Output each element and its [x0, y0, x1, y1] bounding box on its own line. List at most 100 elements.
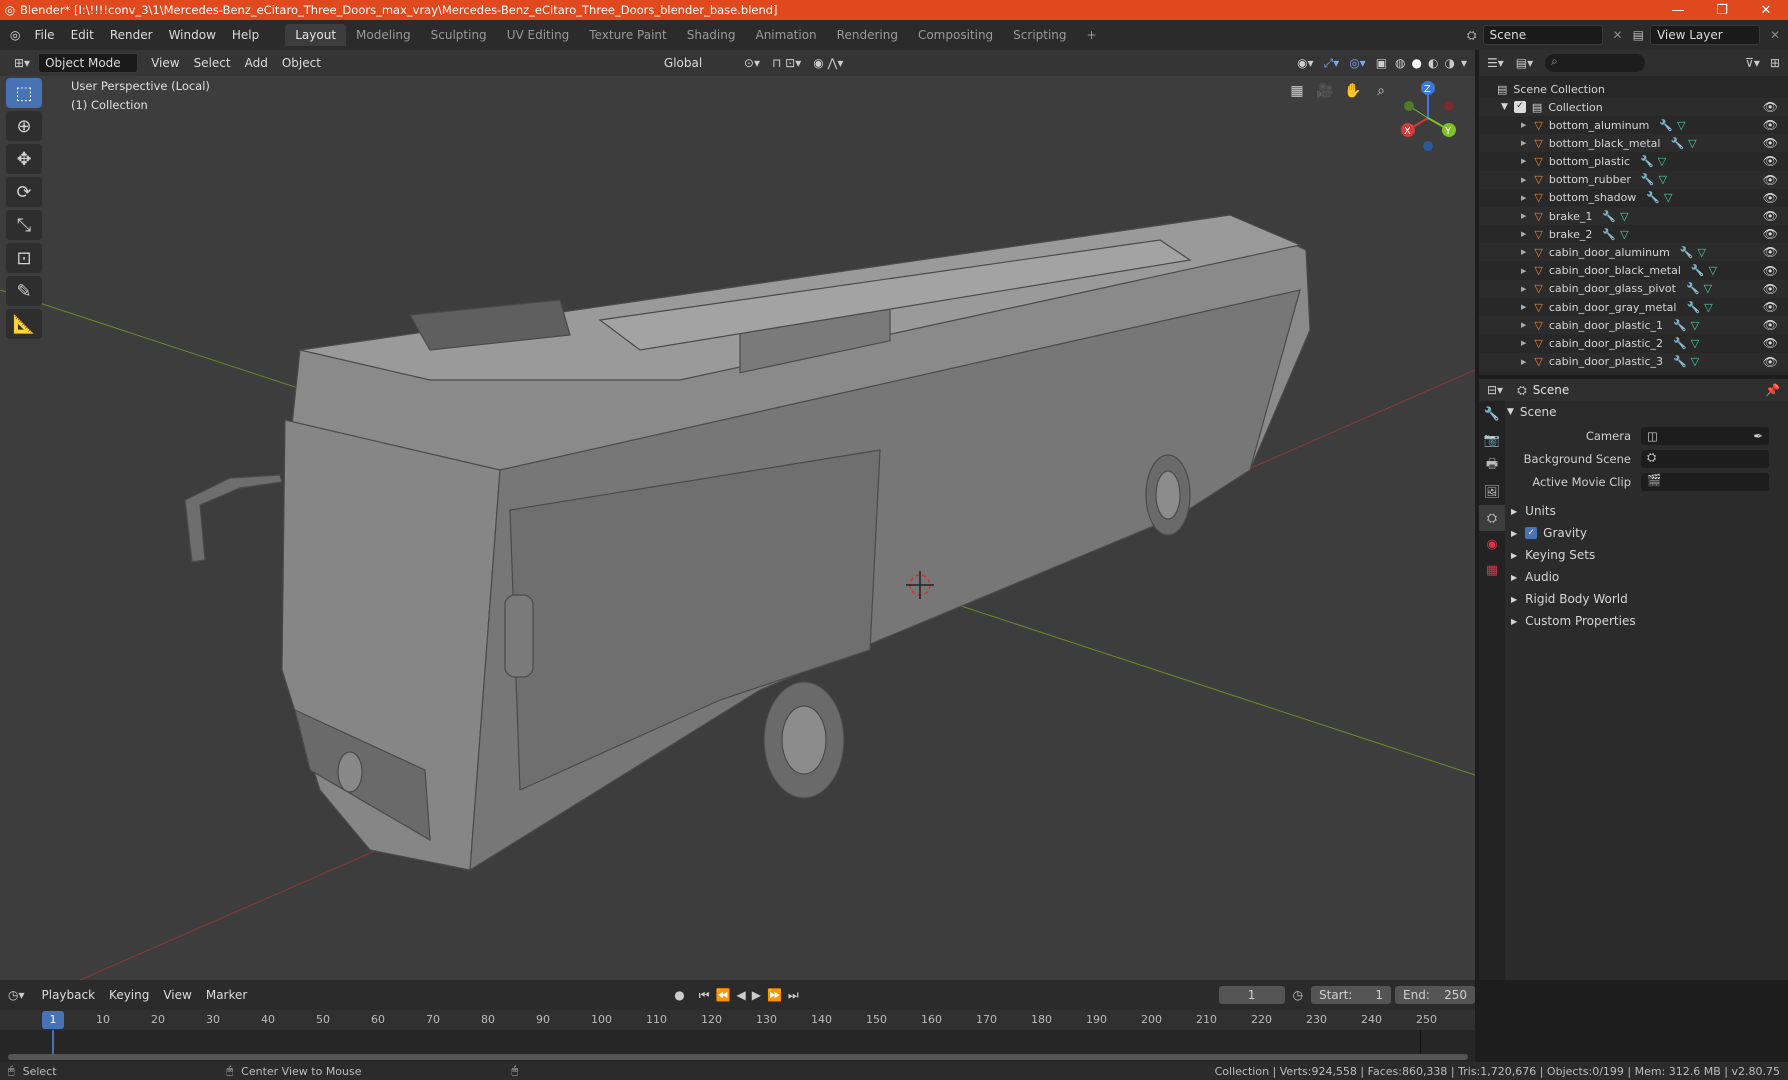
outliner-item-row[interactable]: ▶ ▽ cabin_door_black_metal 🔧 ▽ 👁	[1479, 262, 1788, 280]
scene-tab-icon[interactable]: ⛭	[1479, 505, 1505, 531]
tab-compositing[interactable]: Compositing	[908, 24, 1003, 46]
expand-arrow-icon[interactable]: ▶	[1521, 321, 1526, 329]
expand-arrow-icon[interactable]: ▶	[1521, 230, 1526, 238]
modifier-wrench-icon[interactable]: 🔧	[1602, 210, 1616, 223]
camera-view-icon[interactable]: 🎥	[1312, 78, 1338, 104]
rotate-tool[interactable]: ⟳	[6, 177, 42, 207]
eye-icon[interactable]: 👁	[1763, 209, 1778, 223]
outliner-item-row[interactable]: ▶ ▽ bottom_rubber 🔧 ▽ 👁	[1479, 170, 1788, 189]
tab-layout[interactable]: Layout	[285, 24, 347, 46]
preview-range-icon[interactable]: ◷	[1293, 988, 1303, 1002]
eye-icon[interactable]: 👁	[1763, 300, 1778, 314]
tab-uv-editing[interactable]: UV Editing	[497, 24, 580, 46]
modifier-wrench-icon[interactable]: 🔧	[1686, 301, 1700, 314]
modifier-wrench-icon[interactable]: 🔧	[1673, 319, 1687, 332]
playhead[interactable]: 1	[42, 1011, 64, 1029]
modifier-wrench-icon[interactable]: 🔧	[1659, 119, 1673, 132]
eye-icon[interactable]: 👁	[1763, 100, 1778, 114]
texture-tab-icon[interactable]: ▦	[1479, 557, 1505, 583]
3d-viewport[interactable]: ⊞▾ Object Mode View Select Add Object Gl…	[0, 50, 1475, 980]
jump-start-icon[interactable]: ⏮	[699, 988, 710, 1003]
mesh-data-icon[interactable]: ▽	[1704, 282, 1712, 295]
eye-icon[interactable]: 👁	[1763, 118, 1778, 132]
output-tab-icon[interactable]: 🖶	[1479, 453, 1505, 479]
mesh-data-icon[interactable]: ▽	[1704, 301, 1712, 314]
modifier-wrench-icon[interactable]: 🔧	[1680, 246, 1694, 259]
outliner-item-row[interactable]: ▶ ▽ bottom_black_metal 🔧 ▽ 👁	[1479, 134, 1788, 153]
scene-collection-row[interactable]: ▤ Scene Collection	[1479, 80, 1788, 98]
mesh-data-icon[interactable]: ▽	[1620, 210, 1628, 223]
tab-rendering[interactable]: Rendering	[827, 24, 908, 46]
timeline-track[interactable]	[0, 1030, 1475, 1062]
expand-arrow-icon[interactable]: ▶	[1521, 248, 1526, 256]
expand-arrow-icon[interactable]: ▶	[1521, 121, 1526, 129]
move-tool[interactable]: ✥	[6, 144, 42, 174]
modifier-wrench-icon[interactable]: 🔧	[1673, 337, 1687, 350]
outliner-item-row[interactable]: ▶ ▽ brake_2 🔧 ▽ 👁	[1479, 225, 1788, 243]
xray-icon[interactable]: ▣	[1376, 56, 1387, 70]
mesh-data-icon[interactable]: ▽	[1709, 264, 1717, 277]
shading-options-icon[interactable]: ▾	[1461, 56, 1467, 70]
timeline-scrollbar[interactable]	[8, 1054, 1468, 1060]
object-mode-dropdown[interactable]: Object Mode	[38, 53, 139, 73]
rendered-shading-icon[interactable]: ◑	[1444, 56, 1454, 70]
eye-icon[interactable]: 👁	[1763, 136, 1778, 150]
outliner-editor-icon[interactable]: ☰▾	[1487, 56, 1504, 70]
outliner-item-row[interactable]: ▶ ▽ bottom_aluminum 🔧 ▽ 👁	[1479, 116, 1788, 134]
gizmo-toggle-icon[interactable]: ⤢▾	[1324, 56, 1340, 71]
viewport-menu-select[interactable]: Select	[187, 54, 238, 72]
timeline-menu-view[interactable]: View	[156, 986, 198, 1004]
navigation-gizmo[interactable]: Z X Y	[1393, 78, 1463, 158]
mesh-data-icon[interactable]: ▽	[1691, 355, 1699, 368]
keying-sets-panel[interactable]: ▶ Keying Sets	[1511, 548, 1595, 562]
collection-row[interactable]: ▼ ✓ ▤ Collection 👁	[1479, 98, 1788, 116]
eye-icon[interactable]: 👁	[1763, 154, 1778, 168]
minimize-button[interactable]: —	[1656, 3, 1700, 18]
filter-icon[interactable]: ⊽▾	[1745, 56, 1760, 70]
tab-modeling[interactable]: Modeling	[346, 24, 421, 46]
collapse-arrow-icon[interactable]: ▼	[1501, 102, 1508, 112]
new-collection-icon[interactable]: ⊞	[1770, 56, 1780, 70]
render-tab-icon[interactable]: 📷	[1479, 427, 1505, 453]
active-movie-clip-field[interactable]: 🎬	[1641, 473, 1769, 491]
pin-icon[interactable]: 📌	[1765, 383, 1780, 397]
start-frame-field[interactable]: Start: 1	[1311, 986, 1392, 1004]
play-icon[interactable]: ▶	[752, 988, 761, 1002]
eye-icon[interactable]: 👁	[1763, 282, 1778, 296]
outliner-item-row[interactable]: ▶ ▽ cabin_door_plastic_3 🔧 ▽ 👁	[1479, 352, 1788, 371]
tab-shading[interactable]: Shading	[677, 24, 746, 46]
transform-orientation-dropdown[interactable]: Global	[658, 53, 730, 73]
material-shading-icon[interactable]: ◐	[1428, 56, 1438, 70]
menu-file[interactable]: File	[26, 28, 62, 42]
close-button[interactable]: ✕	[1744, 3, 1788, 18]
maximize-button[interactable]: ❐	[1700, 3, 1744, 18]
record-icon[interactable]: ●	[674, 988, 684, 1002]
viewport-menu-view[interactable]: View	[144, 54, 186, 72]
annotate-tool[interactable]: ✎	[6, 276, 42, 306]
eye-icon[interactable]: 👁	[1763, 227, 1778, 241]
jump-end-icon[interactable]: ⏭	[788, 988, 799, 1003]
mesh-data-icon[interactable]: ▽	[1659, 173, 1667, 186]
blender-menu-icon[interactable]: ◎	[4, 28, 26, 42]
background-scene-field[interactable]: ⛭	[1641, 450, 1769, 468]
tab-scripting[interactable]: Scripting	[1003, 24, 1076, 46]
play-reverse-icon[interactable]: ◀	[736, 988, 745, 1002]
collection-checkbox[interactable]: ✓	[1513, 101, 1526, 113]
modifier-wrench-icon[interactable]: 🔧	[1670, 137, 1684, 150]
modifier-wrench-icon[interactable]: 🔧	[1673, 355, 1687, 368]
wireframe-shading-icon[interactable]: ◍	[1395, 56, 1405, 70]
tab-animation[interactable]: Animation	[745, 24, 826, 46]
eyedropper-icon[interactable]: ✒	[1753, 429, 1763, 443]
tab-sculpting[interactable]: Sculpting	[421, 24, 497, 46]
expand-arrow-icon[interactable]: ▶	[1521, 358, 1526, 366]
pan-view-icon[interactable]: ✋	[1340, 78, 1366, 104]
timeline-menu-playback[interactable]: Playback	[35, 986, 103, 1004]
expand-arrow-icon[interactable]: ▶	[1521, 267, 1526, 275]
end-frame-field[interactable]: End: 250	[1395, 986, 1476, 1004]
view-layer-selector[interactable]: View Layer	[1649, 25, 1760, 45]
mesh-data-icon[interactable]: ▽	[1664, 191, 1672, 204]
custom-properties-panel[interactable]: ▶ Custom Properties	[1511, 614, 1636, 628]
modifier-wrench-icon[interactable]: 🔧	[1646, 191, 1660, 204]
gravity-checkbox[interactable]: ✓	[1525, 527, 1538, 539]
outliner-item-row[interactable]: ▶ ▽ cabin_door_plastic_2 🔧 ▽ 👁	[1479, 334, 1788, 352]
